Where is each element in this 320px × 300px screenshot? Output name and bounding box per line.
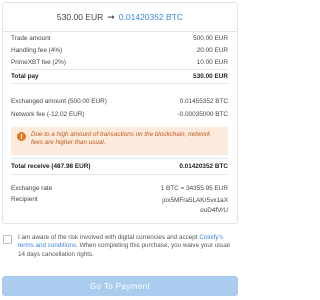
terms-consent: I am aware of the risk involved with dig… [3,234,235,259]
exchanged-amount-label: Exchanged amount (500.00 EUR) [11,98,107,105]
handling-fee-value: 20.00 EUR [196,47,228,54]
recipient-label: Recipient [11,196,38,203]
conversion-header: 530.00 EUR ➞ 0.01420352 BTC [3,3,237,32]
handling-fee-label: Handling fee (4%) [11,47,63,54]
exchanged-amount-row: Exchanged amount (500.00 EUR) 0.01455352… [11,97,228,106]
total-pay-label: Total pay [11,73,39,80]
trade-amount-value: 500.00 EUR [193,35,228,42]
total-pay-value: 530.00 EUR [193,73,228,80]
exchanged-amount-value: 0.01455352 BTC [179,98,228,105]
total-receive-value: 0.01420352 BTC [179,163,228,170]
warning-icon: ! [17,132,26,141]
total-receive-row: Total receive (487.98 EUR) 0.01420352 BT… [11,162,228,171]
network-fee-row: Network fee (-12.02 EUR) -0.00035000 BTC [11,110,228,119]
primexbt-fee-row: PrimeXBT fee (2%) 10.00 EUR [11,58,228,67]
order-summary-card: 530.00 EUR ➞ 0.01420352 BTC Trade amount… [2,2,238,224]
to-amount: 0.01420352 BTC [118,12,184,22]
terms-checkbox[interactable] [3,235,12,244]
trade-amount-row: Trade amount 500.00 EUR [11,34,228,43]
exchange-rate-value: 1 BTC = 34355.95 EUR [160,185,228,192]
terms-consent-text: I am aware of the risk involved with dig… [18,234,235,259]
from-amount: 530.00 EUR [56,12,104,22]
arrow-right-icon: ➞ [107,11,115,22]
recipient-address-line2: ouD4fVrU [200,207,228,214]
trade-amount-label: Trade amount [11,35,51,42]
recipient-address: jox5MFra5LAKr5vx1aX ouD4fVrU [162,196,228,216]
divider [11,174,228,175]
warning-text: Due to a high amount of transactions on … [31,131,211,147]
primexbt-fee-label: PrimeXBT fee (2%) [11,59,66,66]
recipient-address-line1: jox5MFra5LAKr5vx1aX [162,197,228,204]
exchange-rate-label: Exchange rate [11,185,53,192]
consent-text-before: I am aware of the risk involved with dig… [18,234,200,241]
network-fee-value: -0.00035000 BTC [177,111,228,118]
primexbt-fee-value: 10.00 EUR [196,59,228,66]
total-receive-label: Total receive (487.98 EUR) [11,163,91,170]
divider [11,69,228,70]
network-fee-warning: ! Due to a high amount of transactions o… [11,127,228,155]
recipient-row: Recipient jox5MFra5LAKr5vx1aX ouD4fVrU [11,196,228,218]
go-to-payment-button[interactable]: Go To Payment [2,276,238,296]
network-fee-label: Network fee (-12.02 EUR) [11,111,85,118]
handling-fee-row: Handling fee (4%) 20.00 EUR [11,46,228,55]
divider [11,158,228,159]
divider [11,83,228,84]
total-pay-row: Total pay 530.00 EUR [11,72,228,81]
exchange-rate-row: Exchange rate 1 BTC = 34355.95 EUR [11,184,228,193]
